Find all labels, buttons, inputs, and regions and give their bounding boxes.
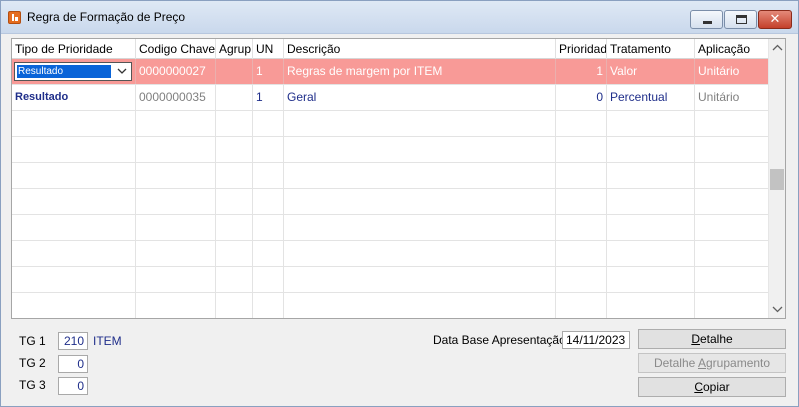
col-codigo-chave[interactable]: Codigo Chave [136, 39, 216, 59]
cell-tipo[interactable]: Resultado [12, 85, 136, 110]
cell-codigo[interactable]: 0000000035 [136, 85, 216, 110]
data-base-field[interactable]: 14/11/2023 [562, 331, 630, 349]
cell-descricao[interactable]: Geral [284, 85, 556, 110]
empty-row[interactable] [12, 163, 768, 189]
col-prioridade[interactable]: Prioridade [556, 39, 607, 59]
col-tratamento[interactable]: Tratamento [607, 39, 695, 59]
app-icon [8, 11, 21, 24]
col-un[interactable]: UN [253, 39, 284, 59]
dialog-window: Regra de Formação de Preço ✕ Tipo de Pri… [0, 0, 799, 407]
title-bar: Regra de Formação de Preço ✕ [1, 1, 798, 34]
window-title: Regra de Formação de Preço [27, 10, 186, 24]
grid-header: Tipo de Prioridade Codigo Chave Agrup. U… [12, 39, 768, 59]
maximize-button[interactable] [724, 10, 757, 29]
table-row[interactable]: Resultado 0000000035 1 Geral 0 Percentua… [12, 85, 768, 111]
detalhe-button[interactable]: Detalhe [638, 329, 786, 349]
copiar-button[interactable]: Copiar [638, 377, 786, 397]
cell-descricao[interactable]: Regras de margem por ITEM [284, 59, 556, 84]
tg2-label: TG 2 [19, 356, 46, 370]
empty-row[interactable] [12, 189, 768, 215]
tg3-label: TG 3 [19, 378, 46, 392]
chevron-up-icon[interactable] [769, 39, 786, 56]
maximize-icon [736, 15, 747, 24]
cell-un[interactable]: 1 [253, 59, 284, 84]
empty-row[interactable] [12, 293, 768, 318]
close-button[interactable]: ✕ [758, 10, 792, 29]
rules-grid: Tipo de Prioridade Codigo Chave Agrup. U… [11, 38, 786, 319]
scrollbar-thumb[interactable] [770, 169, 784, 190]
col-descricao[interactable]: Descrição [284, 39, 556, 59]
dropdown-selected-value: Resultado [17, 65, 111, 78]
col-aplicacao[interactable]: Aplicação [695, 39, 768, 59]
chevron-down-icon[interactable] [769, 301, 786, 318]
cell-codigo[interactable]: 0000000027 [136, 59, 216, 84]
data-base-label: Data Base Apresentação [433, 333, 566, 347]
vertical-scrollbar[interactable] [768, 39, 785, 318]
table-row[interactable]: Resultado 0000000027 1 Regras de margem … [12, 59, 768, 85]
cell-aplicacao[interactable]: Unitário [695, 85, 768, 110]
empty-row[interactable] [12, 137, 768, 163]
cell-prioridade[interactable]: 1 [556, 59, 607, 84]
tg1-description: ITEM [93, 334, 122, 348]
empty-row[interactable] [12, 215, 768, 241]
close-icon: ✕ [769, 12, 781, 27]
cell-prioridade[interactable]: 0 [556, 85, 607, 110]
tg1-label: TG 1 [19, 334, 46, 348]
cell-un[interactable]: 1 [253, 85, 284, 110]
col-agrup[interactable]: Agrup. [216, 39, 253, 59]
detalhe-agrupamento-button[interactable]: Detalhe Agrupamento [638, 353, 786, 373]
cell-tipo[interactable]: Resultado [12, 59, 136, 84]
cell-tratamento[interactable]: Valor [607, 59, 695, 84]
cell-aplicacao[interactable]: Unitário [695, 59, 768, 84]
cell-tratamento[interactable]: Percentual [607, 85, 695, 110]
minimize-icon [703, 21, 712, 24]
chevron-down-icon [117, 68, 127, 74]
tg3-field[interactable]: 0 [58, 377, 88, 395]
tipo-prioridade-dropdown[interactable]: Resultado [14, 62, 132, 81]
empty-row[interactable] [12, 111, 768, 137]
empty-row[interactable] [12, 241, 768, 267]
col-tipo-prioridade[interactable]: Tipo de Prioridade [12, 39, 136, 59]
cell-agrup[interactable] [216, 59, 253, 84]
empty-row[interactable] [12, 267, 768, 293]
tg1-field[interactable]: 210 [58, 332, 88, 350]
cell-agrup[interactable] [216, 85, 253, 110]
minimize-button[interactable] [690, 10, 723, 29]
tg2-field[interactable]: 0 [58, 355, 88, 373]
